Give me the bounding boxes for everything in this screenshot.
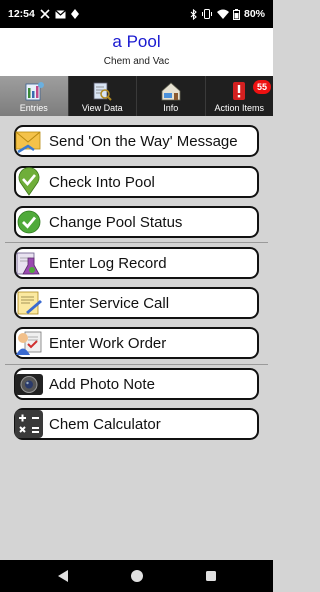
tab-action-items[interactable]: 55 Action Items: [206, 76, 274, 116]
enter-log-record-button[interactable]: Enter Log Record: [14, 247, 259, 279]
system-nav-bar: [0, 560, 273, 592]
view-data-icon: [91, 80, 113, 102]
tab-view-data-label: View Data: [81, 103, 123, 113]
camera-icon: [14, 369, 44, 399]
page-title: a Pool: [112, 32, 161, 51]
check-into-pool-label: Check Into Pool: [49, 173, 155, 191]
recents-icon[interactable]: [203, 568, 219, 584]
page-subtitle: Chem and Vac: [103, 56, 170, 67]
beaker-icon: [14, 248, 44, 278]
change-pool-status-button[interactable]: Change Pool Status: [14, 206, 259, 238]
add-photo-note-button[interactable]: Add Photo Note: [14, 368, 259, 400]
tab-entries-label: Entries: [19, 103, 48, 113]
action-items-badge: 55: [253, 80, 271, 94]
battery-level: 80%: [243, 8, 265, 20]
action-items-icon: [228, 80, 250, 102]
tab-bar: Entries View Data Info 55 Action Items: [0, 76, 273, 116]
diamond-icon: [70, 9, 79, 19]
tab-entries[interactable]: Entries: [0, 76, 69, 116]
vibrate-icon: [201, 9, 213, 19]
send-on-the-way-button[interactable]: Send 'On the Way' Message: [14, 125, 259, 157]
status-time: 12:54: [8, 8, 35, 20]
chem-calculator-label: Chem Calculator: [49, 415, 161, 433]
check-into-pool-button[interactable]: Check Into Pool: [14, 166, 259, 198]
map-pin-check-icon: [14, 167, 44, 197]
x-icon: [40, 9, 50, 19]
enter-work-order-button[interactable]: Enter Work Order: [14, 327, 259, 359]
calculator-icon: [14, 409, 44, 439]
divider: [5, 364, 268, 365]
entries-icon: [23, 80, 45, 102]
service-call-icon: [14, 288, 44, 318]
status-right: 80%: [190, 8, 265, 20]
battery-icon: [232, 8, 240, 20]
bluetooth-icon: [190, 8, 197, 20]
enter-work-order-label: Enter Work Order: [49, 334, 167, 352]
change-pool-status-label: Change Pool Status: [49, 213, 183, 231]
chem-calculator-button[interactable]: Chem Calculator: [14, 408, 259, 440]
work-order-icon: [14, 328, 44, 358]
info-icon: [160, 80, 182, 102]
green-check-icon: [14, 207, 44, 237]
enter-service-call-button[interactable]: Enter Service Call: [14, 287, 259, 319]
add-photo-note-label: Add Photo Note: [49, 375, 155, 393]
status-bar: 12:54 80%: [0, 0, 273, 28]
back-icon[interactable]: [55, 568, 71, 584]
mail-icon: [54, 9, 66, 19]
envelope-icon: [14, 126, 44, 156]
home-icon[interactable]: [129, 568, 145, 584]
tab-info[interactable]: Info: [137, 76, 206, 116]
tab-info-label: Info: [163, 103, 179, 113]
enter-service-call-label: Enter Service Call: [49, 294, 170, 312]
status-left: 12:54: [8, 8, 79, 20]
enter-log-record-label: Enter Log Record: [49, 254, 167, 272]
tab-view-data[interactable]: View Data: [69, 76, 137, 116]
divider: [5, 242, 268, 243]
header: a Pool Chem and Vac: [0, 28, 273, 76]
tab-action-items-label: Action Items: [214, 103, 265, 113]
send-on-the-way-label: Send 'On the Way' Message: [49, 132, 238, 150]
wifi-icon: [216, 9, 229, 19]
